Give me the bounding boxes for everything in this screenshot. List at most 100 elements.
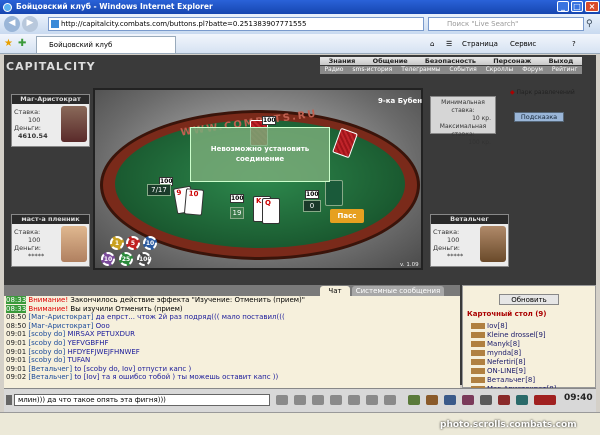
chat-time[interactable]: 08:50: [6, 322, 26, 330]
private-chat-icon[interactable]: [471, 341, 485, 347]
chat-time[interactable]: 09:01: [6, 365, 26, 373]
maximize-button[interactable]: □: [571, 1, 583, 12]
chat-menu-icon[interactable]: [6, 395, 12, 405]
room-user[interactable]: ON-LINE[9]: [471, 367, 526, 376]
chat-line: 08:50 [Маг-Аристократ] Ооо: [4, 322, 460, 331]
bet-badge: 100: [305, 190, 319, 199]
home-icon[interactable]: ⌂: [430, 37, 434, 51]
chat-nick[interactable]: [scoby do]: [28, 348, 67, 356]
menu-item-character[interactable]: Персонаж: [493, 57, 531, 65]
room-user[interactable]: mynda[8]: [471, 349, 521, 358]
submenu-rating[interactable]: Рейтинг: [552, 66, 578, 74]
chat-nick[interactable]: [scoby do]: [28, 330, 67, 338]
chat-nick[interactable]: [scoby do]: [28, 339, 67, 347]
service-menu[interactable]: Сервис: [510, 37, 536, 51]
chat-input[interactable]: млин))) да что такое опять эта фигня))): [14, 394, 270, 406]
menu-item-exit[interactable]: Выход: [549, 57, 574, 65]
chip-10b[interactable]: 10: [143, 236, 157, 250]
url-input[interactable]: http://capitalcity.combats.com/buttons.p…: [48, 17, 424, 31]
help-icon[interactable]: ?: [572, 37, 576, 51]
pass-button[interactable]: Пасс: [330, 209, 364, 223]
favorites-icon[interactable]: ★: [4, 38, 13, 49]
private-chat-icon[interactable]: [471, 323, 485, 329]
close-button[interactable]: ×: [585, 1, 599, 12]
quests-icon[interactable]: [462, 395, 474, 405]
player-money-label: Деньги:: [433, 244, 460, 252]
guild-icon[interactable]: [498, 395, 510, 405]
private-chat-icon[interactable]: [471, 368, 485, 374]
playing-card[interactable]: 10: [183, 188, 205, 216]
chat-time[interactable]: 09:01: [6, 356, 26, 364]
inventory-icon[interactable]: [426, 395, 438, 405]
hint-button[interactable]: Подсказка: [514, 112, 564, 122]
options-icon[interactable]: [516, 395, 528, 405]
room-user[interactable]: Iov[8]: [471, 322, 507, 331]
chat-nick[interactable]: [scoby do]: [28, 356, 67, 364]
park-link[interactable]: ◆ Парк развлечений: [510, 89, 575, 96]
avatar[interactable]: [61, 226, 87, 262]
private-chat-icon[interactable]: [471, 359, 485, 365]
filter-icon[interactable]: [330, 395, 342, 405]
chip-100[interactable]: 100: [137, 252, 152, 266]
scroll-icon[interactable]: [348, 395, 360, 405]
send-icon[interactable]: [276, 395, 288, 405]
submenu-radio[interactable]: Радио: [324, 66, 343, 74]
chat-nick[interactable]: [Маг-Аристократ]: [28, 313, 95, 321]
submenu-forum[interactable]: Форум: [522, 66, 543, 74]
private-chat-icon[interactable]: [471, 350, 485, 356]
menu-item-knowledge[interactable]: Знания: [329, 57, 356, 65]
sound-icon[interactable]: [366, 395, 378, 405]
chat-time[interactable]: 09:01: [6, 348, 26, 356]
menu-item-communication[interactable]: Общение: [373, 57, 408, 65]
chat-time[interactable]: 08:33: [6, 296, 27, 304]
forward-button[interactable]: ▶: [22, 16, 38, 32]
chip-5[interactable]: 5: [126, 236, 140, 250]
submenu-sms[interactable]: sms-история: [352, 66, 392, 74]
submenu-telegrams[interactable]: Телеграммы: [401, 66, 440, 74]
ie-icon: [3, 3, 12, 12]
refresh-button[interactable]: Обновить: [499, 294, 559, 305]
search-icon[interactable]: ⚲: [586, 19, 593, 29]
room-user[interactable]: Manyk[8]: [471, 340, 520, 349]
chip-10[interactable]: 10: [101, 252, 115, 266]
chat-time[interactable]: 09:01: [6, 330, 26, 338]
playing-card[interactable]: Q: [262, 198, 280, 224]
friends-icon[interactable]: [480, 395, 492, 405]
chat-time[interactable]: 09:01: [6, 339, 26, 347]
smiley-icon[interactable]: [312, 395, 324, 405]
chat-time[interactable]: 08:50: [6, 313, 26, 321]
chat-nick[interactable]: [Ветальчег]: [28, 373, 74, 381]
menu-item-security[interactable]: Безопасность: [425, 57, 476, 65]
chat-message: to [scoby do, Iov] отпусти капс ): [74, 364, 192, 373]
chip-1[interactable]: 1: [110, 236, 124, 250]
chat-message: HFDYEFJWEJFHNWEF: [67, 347, 140, 356]
back-button[interactable]: ◀: [4, 16, 20, 32]
chat-nick[interactable]: [Маг-Аристократ]: [28, 322, 95, 330]
chat-time[interactable]: 08:33: [6, 304, 27, 313]
chat-nick[interactable]: [Ветальчег]: [28, 365, 74, 373]
page-menu[interactable]: Страница: [462, 37, 498, 51]
search-input[interactable]: Поиск "Live Search": [428, 17, 584, 31]
avatar[interactable]: [480, 226, 506, 262]
chip-25[interactable]: 25: [119, 252, 133, 266]
submenu-scrolls[interactable]: Скроллы: [486, 66, 514, 74]
room-user[interactable]: Nefertiri[8]: [471, 358, 526, 367]
private-chat-icon[interactable]: [471, 377, 485, 383]
tab-active[interactable]: Бойцовский клуб: [36, 36, 176, 53]
translit-icon[interactable]: [384, 395, 396, 405]
pot-badge: 19: [230, 207, 244, 219]
tab-chat[interactable]: Чат: [320, 286, 350, 296]
minimize-button[interactable]: _: [557, 1, 569, 12]
map-icon[interactable]: [408, 395, 420, 405]
tab-system-messages[interactable]: Системные сообщения: [352, 286, 444, 296]
chat-time[interactable]: 09:02: [6, 373, 26, 381]
avatar[interactable]: [61, 106, 87, 142]
room-user[interactable]: Ветальчег[8]: [471, 376, 535, 385]
feeds-icon[interactable]: ☰: [446, 37, 452, 51]
mail-icon[interactable]: [444, 395, 456, 405]
submenu-events[interactable]: События: [449, 66, 476, 74]
room-user[interactable]: Kleine drossel[9]: [471, 331, 546, 340]
clear-icon[interactable]: [294, 395, 306, 405]
add-favorites-icon[interactable]: ✚: [18, 38, 26, 49]
private-chat-icon[interactable]: [471, 332, 485, 338]
